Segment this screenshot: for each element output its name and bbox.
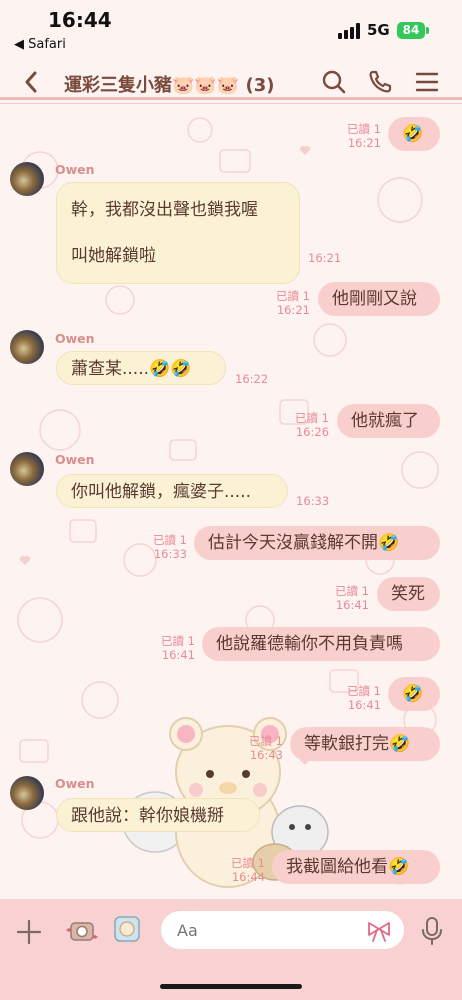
message-time: 16:43	[249, 748, 283, 762]
message-line: 叫她解鎖啦	[71, 246, 156, 266]
message-time: 16:21	[308, 251, 342, 265]
message-input[interactable]	[161, 911, 404, 949]
read-receipt: 已讀 1	[335, 584, 369, 598]
message-bubble[interactable]: 我截圖給他看🤣	[272, 850, 440, 884]
message-bubble[interactable]: 🤣	[388, 117, 440, 151]
header-divider	[0, 97, 462, 100]
read-receipt: 已讀 1	[161, 634, 195, 648]
message-bubble[interactable]: 蕭查某.....🤣🤣	[56, 351, 226, 385]
read-receipt: 已讀 1	[347, 122, 381, 136]
album-icon[interactable]	[112, 913, 142, 945]
sender-name: Owen	[55, 776, 95, 791]
search-icon[interactable]	[320, 68, 348, 96]
sender-name: Owen	[55, 331, 95, 346]
chat-title[interactable]: 運彩三隻小豬🐷🐷🐷 (3)	[64, 71, 274, 97]
message-bubble[interactable]: 他就瘋了	[337, 404, 440, 438]
read-receipt: 已讀 1	[276, 289, 310, 303]
read-receipt: 已讀 1	[295, 411, 329, 425]
message-bubble[interactable]: 幹，我都沒出聲也鎖我喔 叫她解鎖啦	[56, 182, 300, 284]
read-receipt: 已讀 1	[153, 533, 187, 547]
message-time: 16:41	[161, 648, 195, 662]
message-bubble[interactable]: 跟他說：幹你娘機掰	[56, 798, 260, 832]
message-time: 16:22	[235, 372, 269, 386]
message-time: 16:26	[295, 425, 329, 439]
message-bubble[interactable]: 🤣	[388, 677, 440, 711]
message-bubble[interactable]: 笑死	[377, 577, 440, 611]
battery-level: 84	[397, 22, 425, 39]
message-time: 16:33	[296, 494, 330, 508]
camera-icon[interactable]	[62, 915, 98, 947]
microphone-icon[interactable]	[420, 915, 444, 947]
message-bubble[interactable]: 估計今天沒贏錢解不開🤣	[194, 526, 440, 560]
input-bar	[0, 899, 462, 1000]
sender-name: Owen	[55, 452, 95, 467]
network-type: 5G	[367, 21, 390, 39]
sender-name: Owen	[55, 162, 95, 177]
back-to-safari-link[interactable]: ◀ Safari	[14, 37, 66, 52]
home-indicator	[160, 984, 302, 989]
status-time: 16:44	[48, 8, 112, 32]
plus-icon[interactable]	[14, 917, 44, 947]
signal-icon	[338, 23, 360, 39]
message-line: 幹，我都沒出聲也鎖我喔	[71, 200, 258, 220]
read-receipt: 已讀 1	[231, 856, 265, 870]
message-time: 16:21	[276, 303, 310, 317]
read-receipt: 已讀 1	[249, 734, 283, 748]
avatar[interactable]	[10, 330, 44, 364]
phone-icon[interactable]	[366, 68, 394, 96]
battery-icon	[426, 27, 429, 34]
read-receipt: 已讀 1	[347, 684, 381, 698]
menu-icon[interactable]	[413, 68, 441, 96]
message-time: 16:44	[231, 870, 265, 884]
avatar[interactable]	[10, 452, 44, 486]
message-bubble[interactable]: 他說羅德輸你不用負責嗎	[202, 627, 440, 661]
avatar[interactable]	[10, 162, 44, 196]
avatar[interactable]	[10, 776, 44, 810]
message-time: 16:41	[347, 698, 381, 712]
message-time: 16:21	[347, 136, 381, 150]
message-time: 16:33	[153, 547, 187, 561]
status-bar: 16:44 ◀ Safari 5G 84	[0, 0, 462, 60]
message-bubble[interactable]: 你叫他解鎖，瘋婆子.....	[56, 474, 288, 508]
header-divider-thin	[0, 103, 462, 104]
back-chevron-icon[interactable]	[18, 68, 46, 96]
message-bubble[interactable]: 等軟銀打完🤣	[290, 727, 440, 761]
message-bubble[interactable]: 他剛剛又說	[318, 282, 440, 316]
message-time: 16:41	[335, 598, 369, 612]
